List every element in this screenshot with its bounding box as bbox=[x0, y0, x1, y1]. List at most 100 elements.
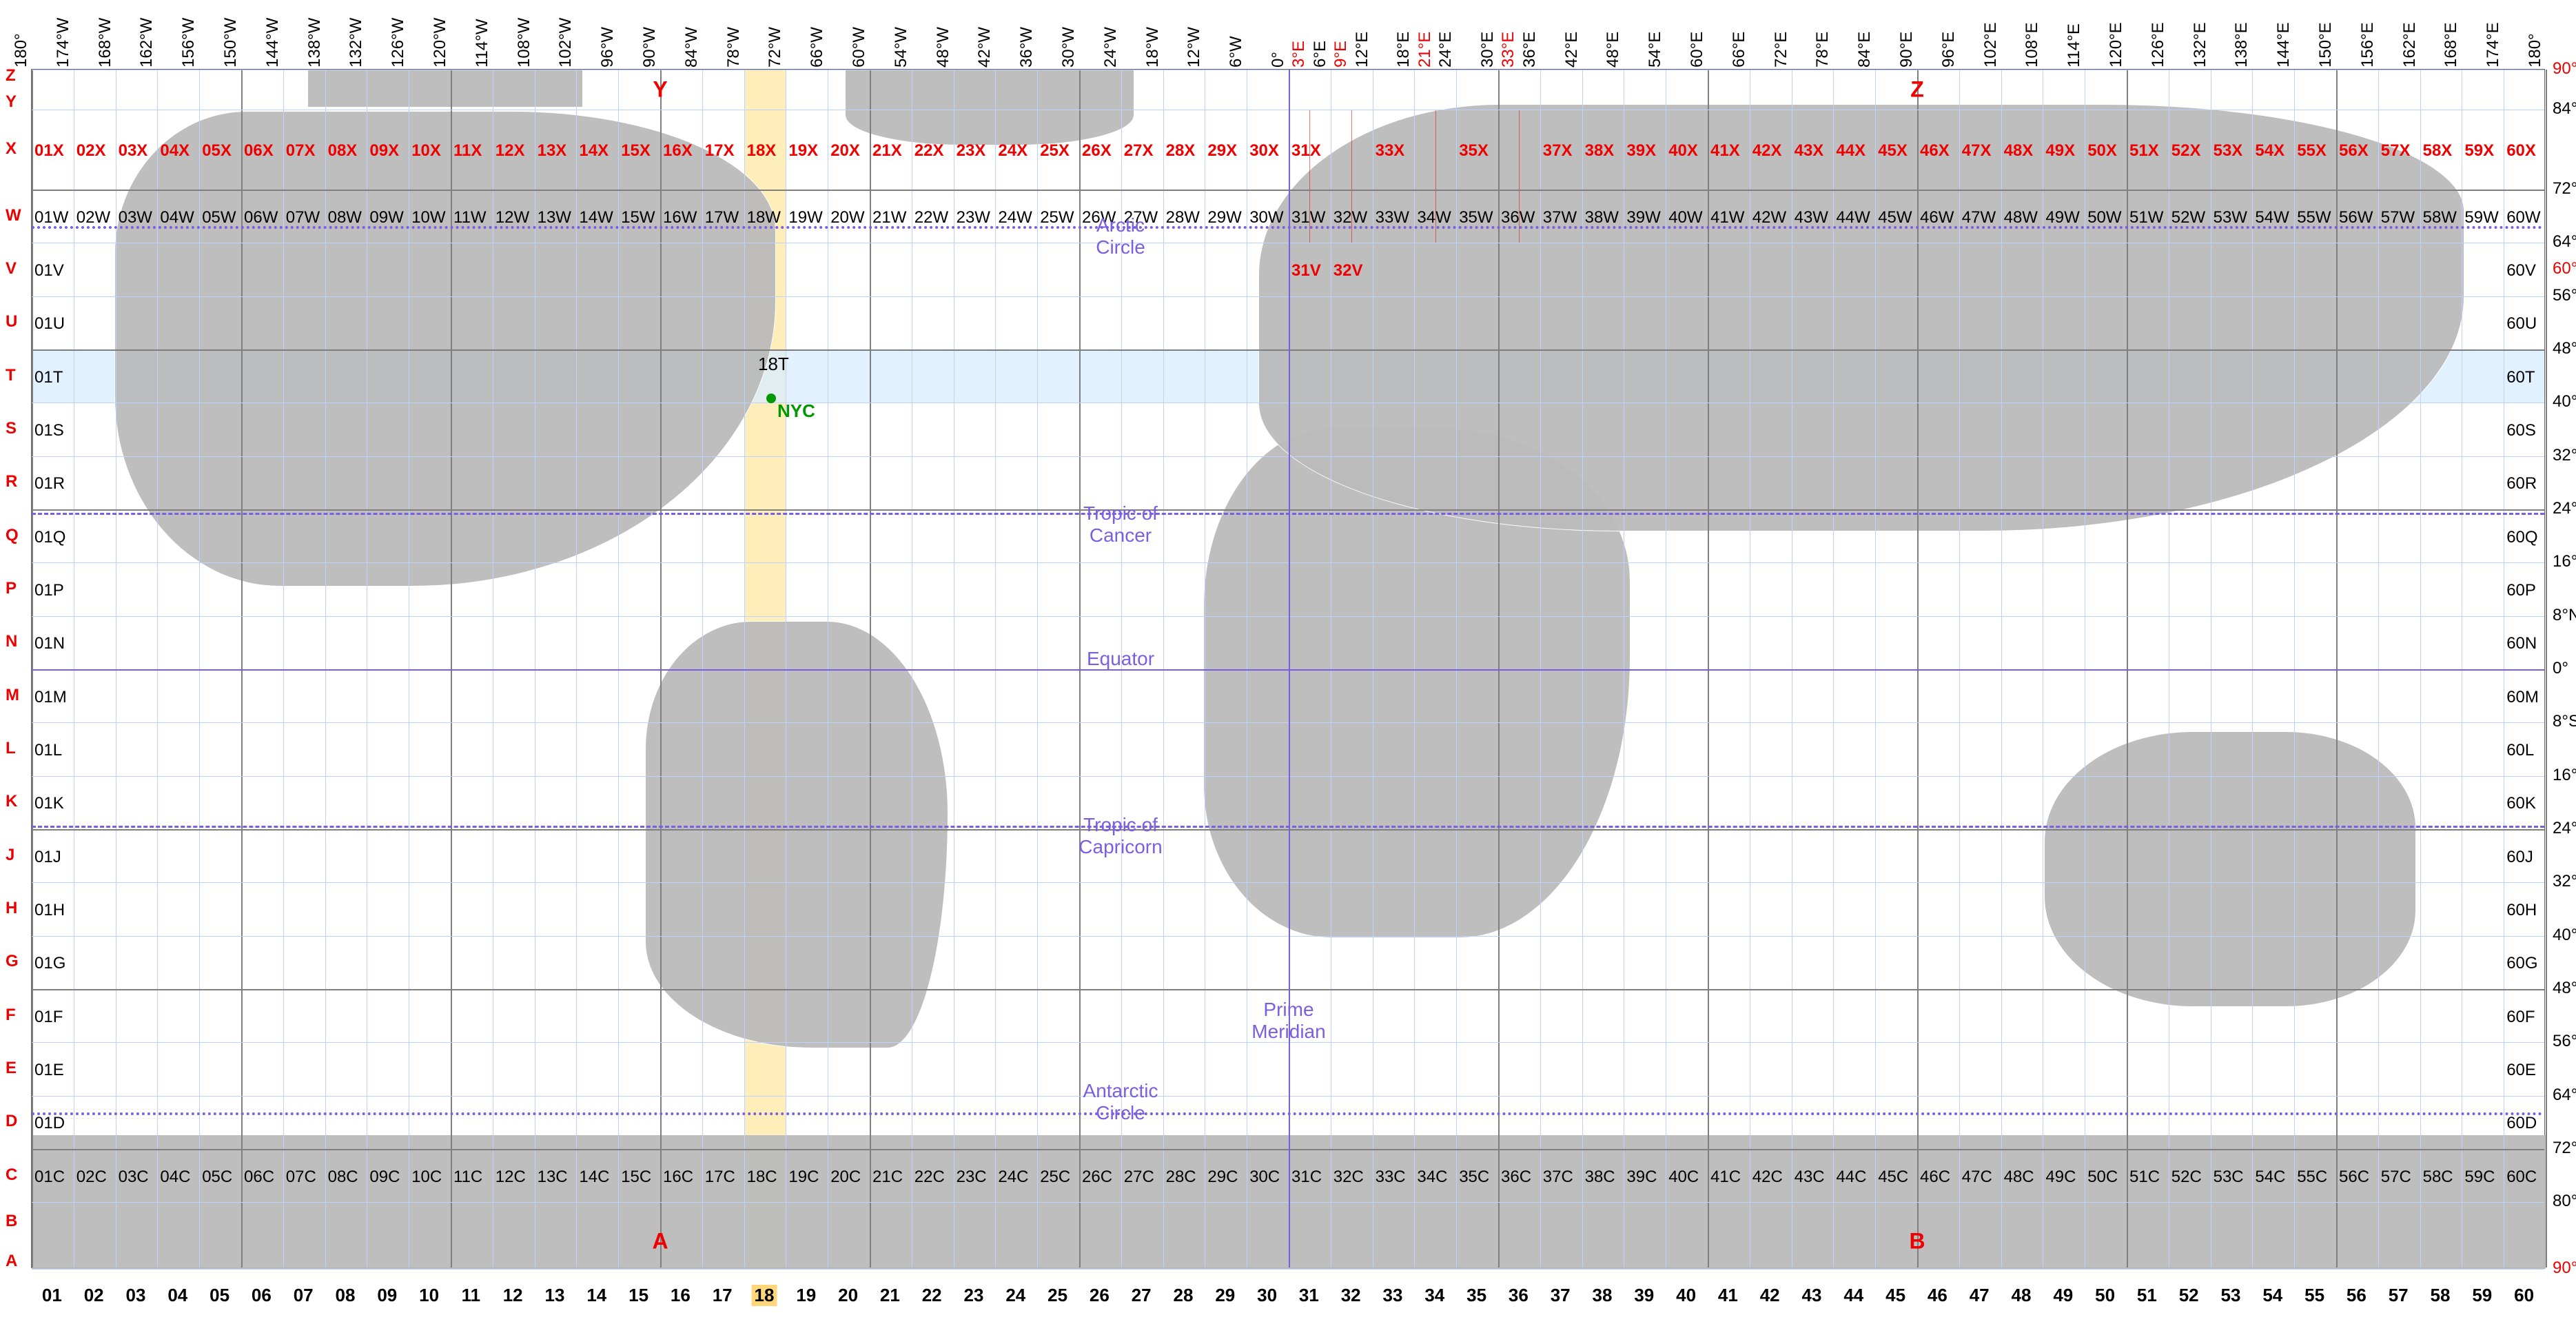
zone-number-12: 12 bbox=[503, 1285, 523, 1306]
cell-08W: 08W bbox=[328, 208, 362, 227]
band-letter-J: J bbox=[6, 846, 14, 865]
zone-number-17: 17 bbox=[713, 1285, 733, 1306]
cell-32W: 32W bbox=[1333, 208, 1367, 227]
cell-16C: 16C bbox=[663, 1168, 693, 1187]
cell-24W: 24W bbox=[998, 208, 1032, 227]
arctic-shape-1 bbox=[307, 70, 583, 108]
cell-01K: 01K bbox=[34, 794, 64, 813]
cell-20X: 20X bbox=[830, 141, 860, 161]
lon-tick-48: 48°E bbox=[1604, 32, 1623, 68]
vline-50 bbox=[2127, 70, 2128, 1267]
zone-number-57: 57 bbox=[2389, 1285, 2409, 1306]
cell-10C: 10C bbox=[411, 1168, 442, 1187]
lon-tick-24: 24°E bbox=[1436, 32, 1455, 68]
cell-21X: 21X bbox=[872, 141, 902, 161]
lon-tick-9: 9°E bbox=[1331, 41, 1351, 68]
zone-number-21: 21 bbox=[880, 1285, 900, 1306]
cell-01G: 01G bbox=[34, 954, 65, 973]
polar-Y: Y bbox=[653, 77, 667, 103]
cell-06W: 06W bbox=[244, 208, 278, 227]
cell-35C: 35C bbox=[1459, 1168, 1489, 1187]
cell-30W: 30W bbox=[1249, 208, 1283, 227]
lat-tick-90: 90°N bbox=[2553, 59, 2576, 79]
zone-number-31: 31 bbox=[1299, 1285, 1319, 1306]
hline--16 bbox=[32, 776, 2544, 777]
zone-number-19: 19 bbox=[796, 1285, 816, 1306]
cell-19C: 19C bbox=[788, 1168, 819, 1187]
cell-24C: 24C bbox=[998, 1168, 1028, 1187]
cell-18C: 18C bbox=[747, 1168, 777, 1187]
band-letter-G: G bbox=[6, 952, 19, 971]
cell-01N: 01N bbox=[34, 634, 65, 653]
left-band-axis: ZYXWVUTSRQPNMLKJHGFEDCBA bbox=[0, 69, 28, 1268]
cell-20W: 20W bbox=[830, 208, 864, 227]
cell-22W: 22W bbox=[914, 208, 948, 227]
zone-number-48: 48 bbox=[2012, 1285, 2032, 1306]
band-letter-B: B bbox=[6, 1212, 17, 1231]
cell-57W: 57W bbox=[2381, 208, 2415, 227]
cell-17X: 17X bbox=[705, 141, 735, 161]
band-letter-Q: Q bbox=[6, 526, 19, 545]
cell-34C: 34C bbox=[1417, 1168, 1447, 1187]
lon-tick-66: 66°E bbox=[1730, 32, 1749, 68]
cell-42C: 42C bbox=[1752, 1168, 1783, 1187]
vline-16 bbox=[702, 70, 703, 1267]
zone-number-24: 24 bbox=[1005, 1285, 1025, 1306]
cell-45W: 45W bbox=[1878, 208, 1912, 227]
lon-tick-60: 60°E bbox=[1688, 32, 1707, 68]
cell-28X: 28X bbox=[1166, 141, 1196, 161]
antarctic-circle-label: Antarctic Circle bbox=[1083, 1080, 1158, 1124]
cell-49C: 49C bbox=[2045, 1168, 2076, 1187]
cell-04C: 04C bbox=[160, 1168, 190, 1187]
lon-tick--96: 96°W bbox=[598, 27, 617, 68]
cell-51C: 51C bbox=[2129, 1168, 2160, 1187]
zone-number-32: 32 bbox=[1341, 1285, 1361, 1306]
zone-number-47: 47 bbox=[1970, 1285, 1990, 1306]
cell-60L: 60L bbox=[2506, 741, 2534, 760]
band-letter-M: M bbox=[6, 686, 19, 705]
cell-26X: 26X bbox=[1082, 141, 1112, 161]
zone-number-07: 07 bbox=[294, 1285, 314, 1306]
vline-6 bbox=[283, 70, 284, 1267]
cell-47X: 47X bbox=[1962, 141, 1992, 161]
cell-30C: 30C bbox=[1249, 1168, 1280, 1187]
cell-01D: 01D bbox=[34, 1114, 65, 1133]
cell-45C: 45C bbox=[1878, 1168, 1908, 1187]
cell-60D: 60D bbox=[2506, 1114, 2537, 1133]
hline--64 bbox=[32, 1096, 2544, 1097]
vline-55 bbox=[2336, 70, 2338, 1267]
nyc-label: NYC bbox=[777, 400, 815, 422]
cell-36W: 36W bbox=[1501, 208, 1535, 227]
lon-tick-36: 36°E bbox=[1520, 32, 1540, 68]
cell-60V: 60V bbox=[2506, 261, 2536, 281]
cell-37C: 37C bbox=[1543, 1168, 1573, 1187]
band-letter-E: E bbox=[6, 1059, 17, 1078]
zone-number-05: 05 bbox=[209, 1285, 229, 1306]
band-letter-A: A bbox=[6, 1252, 17, 1271]
cell-43X: 43X bbox=[1795, 141, 1824, 161]
cell-32C: 32C bbox=[1333, 1168, 1364, 1187]
lon-tick--126: 126°W bbox=[389, 18, 408, 68]
cell-59C: 59C bbox=[2464, 1168, 2495, 1187]
zone-number-59: 59 bbox=[2472, 1285, 2492, 1306]
lon-tick-108: 108°E bbox=[2023, 22, 2042, 68]
cell-35W: 35W bbox=[1459, 208, 1493, 227]
cell-41W: 41W bbox=[1710, 208, 1744, 227]
cell-41X: 41X bbox=[1710, 141, 1740, 161]
cell-50C: 50C bbox=[2087, 1168, 2118, 1187]
cell-47W: 47W bbox=[1962, 208, 1996, 227]
vline-24 bbox=[1037, 70, 1038, 1267]
polar-Z: Z bbox=[1910, 77, 1924, 103]
lon-tick--6: 6°W bbox=[1227, 36, 1246, 68]
lon-tick-162: 162°E bbox=[2400, 22, 2420, 68]
eurasia-shape bbox=[1258, 104, 2464, 531]
cell-58W: 58W bbox=[2423, 208, 2457, 227]
hline-24 bbox=[32, 509, 2544, 511]
zone-number-56: 56 bbox=[2347, 1285, 2367, 1306]
lon-tick-54: 54°E bbox=[1646, 32, 1665, 68]
cell-01T: 01T bbox=[34, 368, 63, 387]
cell-59W: 59W bbox=[2464, 208, 2498, 227]
map-canvas: 01X02X03X04X05X06X07X08X09X10X11X12X13X1… bbox=[31, 69, 2545, 1268]
cell-40C: 40C bbox=[1668, 1168, 1699, 1187]
cell-53W: 53W bbox=[2214, 208, 2247, 227]
